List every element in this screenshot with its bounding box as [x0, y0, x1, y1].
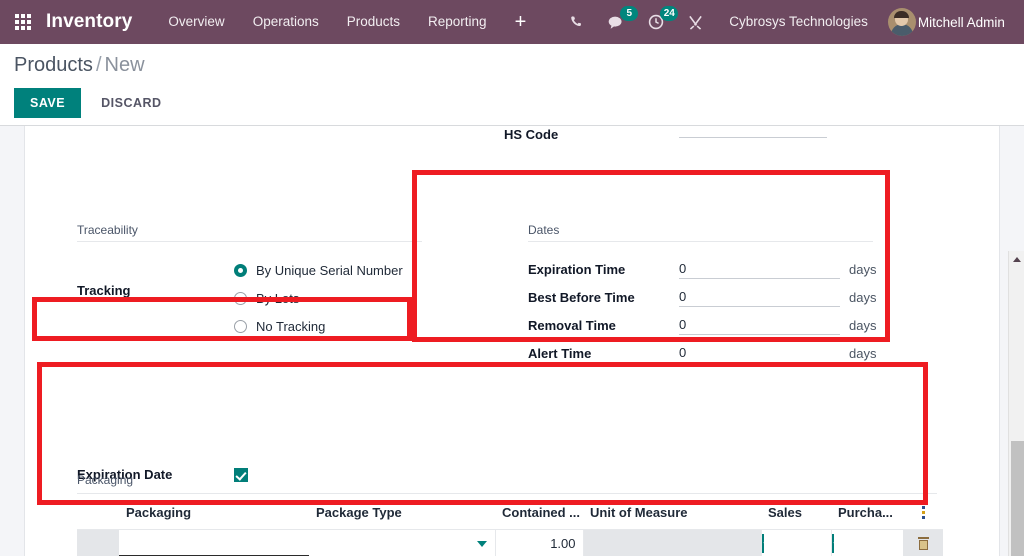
cell-sales[interactable] [760, 529, 831, 556]
th-contained-quantity[interactable]: Contained ... [495, 494, 583, 530]
row-drag-handle[interactable] [77, 529, 119, 556]
alert-time-row: Alert Time days [528, 339, 877, 367]
trash-icon[interactable] [917, 536, 929, 550]
user-menu[interactable]: Mitchell Admin [887, 8, 1017, 36]
packaging-group: Packaging Packaging Package Type Contain… [77, 473, 943, 556]
packaging-table: Packaging Package Type Contained ... Uni… [77, 494, 943, 556]
kebab-menu-icon[interactable] [910, 506, 936, 519]
control-panel: Products / New SAVE DISCARD [0, 44, 1024, 125]
removal-time-row: Removal Time days [528, 311, 877, 339]
breadcrumb-products[interactable]: Products [14, 54, 93, 76]
alert-time-input[interactable] [679, 343, 840, 363]
scrollbar-thumb[interactable] [1011, 441, 1024, 556]
alert-time-label: Alert Time [528, 345, 592, 361]
top-partial-row: →View Diagram HS Code [25, 126, 999, 159]
page-body: →View Diagram HS Code Traceability Track… [0, 125, 1024, 556]
th-package-type[interactable]: Package Type [309, 494, 495, 530]
action-buttons: SAVE DISCARD [14, 88, 1024, 118]
user-name-label: Mitchell Admin [917, 14, 1005, 30]
cell-contained-quantity[interactable]: 1.00 [494, 529, 583, 556]
app-brand-title[interactable]: Inventory [46, 11, 132, 33]
contained-quantity-value: 1.00 [550, 536, 576, 551]
tracking-option-lots[interactable]: By Lots [234, 284, 422, 312]
discard-button[interactable]: DISCARD [87, 88, 175, 118]
expiration-time-unit: days [849, 261, 877, 277]
purchase-checkbox[interactable] [831, 533, 834, 553]
tracking-label: Tracking [77, 283, 131, 298]
nav-item-products[interactable]: Products [333, 0, 414, 44]
form-sheet: →View Diagram HS Code Traceability Track… [24, 126, 1000, 556]
sales-checkbox[interactable] [761, 533, 764, 553]
th-optional-columns[interactable] [903, 494, 943, 530]
cell-unit-of-measure[interactable] [582, 529, 761, 556]
phone-icon[interactable] [558, 0, 596, 44]
breadcrumb-separator: / [95, 54, 102, 76]
cell-packaging[interactable] [119, 529, 309, 556]
avatar [887, 8, 916, 36]
nav-item-operations[interactable]: Operations [239, 0, 333, 44]
dates-group: Dates Expiration Time days Best Before T… [528, 223, 877, 367]
add-new-button[interactable]: + [501, 0, 541, 44]
best-before-time-label: Best Before Time [528, 289, 635, 305]
cell-package-type[interactable] [309, 529, 495, 556]
cell-purchase[interactable] [830, 529, 903, 556]
save-button[interactable]: SAVE [14, 88, 82, 118]
tracking-option-lots-label: By Lots [256, 290, 300, 306]
form-columns: Traceability Tracking By Unique Serial N… [25, 159, 999, 482]
radio-lots-icon[interactable] [234, 291, 247, 305]
apps-grid-icon[interactable] [6, 0, 40, 44]
breadcrumb: Products / New [14, 54, 1024, 77]
company-switcher[interactable]: Cybrosys Technologies [715, 0, 882, 44]
expiration-time-input[interactable] [679, 259, 840, 279]
top-navbar: Inventory Overview Operations Products R… [0, 0, 1024, 44]
unit-of-measure-readonly [583, 530, 761, 556]
nav-item-overview[interactable]: Overview [154, 0, 238, 44]
hs-code-label: HS Code [504, 127, 559, 142]
tracking-option-none[interactable]: No Tracking [234, 312, 422, 340]
th-unit-of-measure[interactable]: Unit of Measure [583, 494, 761, 530]
removal-time-label: Removal Time [528, 317, 616, 333]
packaging-group-title: Packaging [77, 473, 937, 494]
expiration-time-row: Expiration Time days [528, 255, 877, 283]
tracking-option-serial-label: By Unique Serial Number [256, 262, 403, 278]
hs-code-input[interactable] [679, 126, 827, 138]
th-sales[interactable]: Sales [761, 494, 831, 530]
removal-time-unit: days [849, 317, 877, 333]
traceability-group-title: Traceability [77, 223, 422, 242]
tracking-option-serial[interactable]: By Unique Serial Number [234, 256, 422, 284]
radio-serial-icon[interactable] [234, 263, 247, 277]
radio-no-tracking-icon[interactable] [234, 319, 247, 333]
expiration-time-label: Expiration Time [528, 261, 626, 277]
removal-time-input[interactable] [679, 315, 840, 335]
packaging-table-header-row: Packaging Package Type Contained ... Uni… [77, 494, 943, 530]
dates-group-title: Dates [528, 223, 873, 242]
tracking-option-none-label: No Tracking [256, 318, 326, 334]
best-before-time-row: Best Before Time days [528, 283, 877, 311]
best-before-time-unit: days [849, 289, 877, 305]
table-row: 1.00 [77, 529, 943, 556]
breadcrumb-new: New [104, 54, 145, 76]
developer-tools-icon[interactable] [676, 0, 715, 44]
traceability-group: Traceability Tracking By Unique Serial N… [77, 223, 422, 340]
chevron-down-icon [476, 541, 487, 547]
alert-time-unit: days [849, 345, 877, 361]
best-before-time-input[interactable] [679, 287, 840, 307]
nav-item-reporting[interactable]: Reporting [414, 0, 501, 44]
th-purchase[interactable]: Purcha... [831, 494, 903, 530]
th-packaging[interactable]: Packaging [119, 494, 309, 530]
messages-icon[interactable]: 5 [596, 0, 639, 44]
th-handle [77, 494, 119, 530]
cell-delete[interactable] [903, 529, 943, 556]
package-type-select[interactable] [309, 530, 494, 556]
scroll-up-button[interactable] [1009, 251, 1024, 267]
vertical-scrollbar[interactable] [1008, 251, 1024, 556]
activities-clock-icon[interactable]: 24 [636, 0, 679, 44]
packaging-name-input[interactable] [119, 531, 309, 556]
